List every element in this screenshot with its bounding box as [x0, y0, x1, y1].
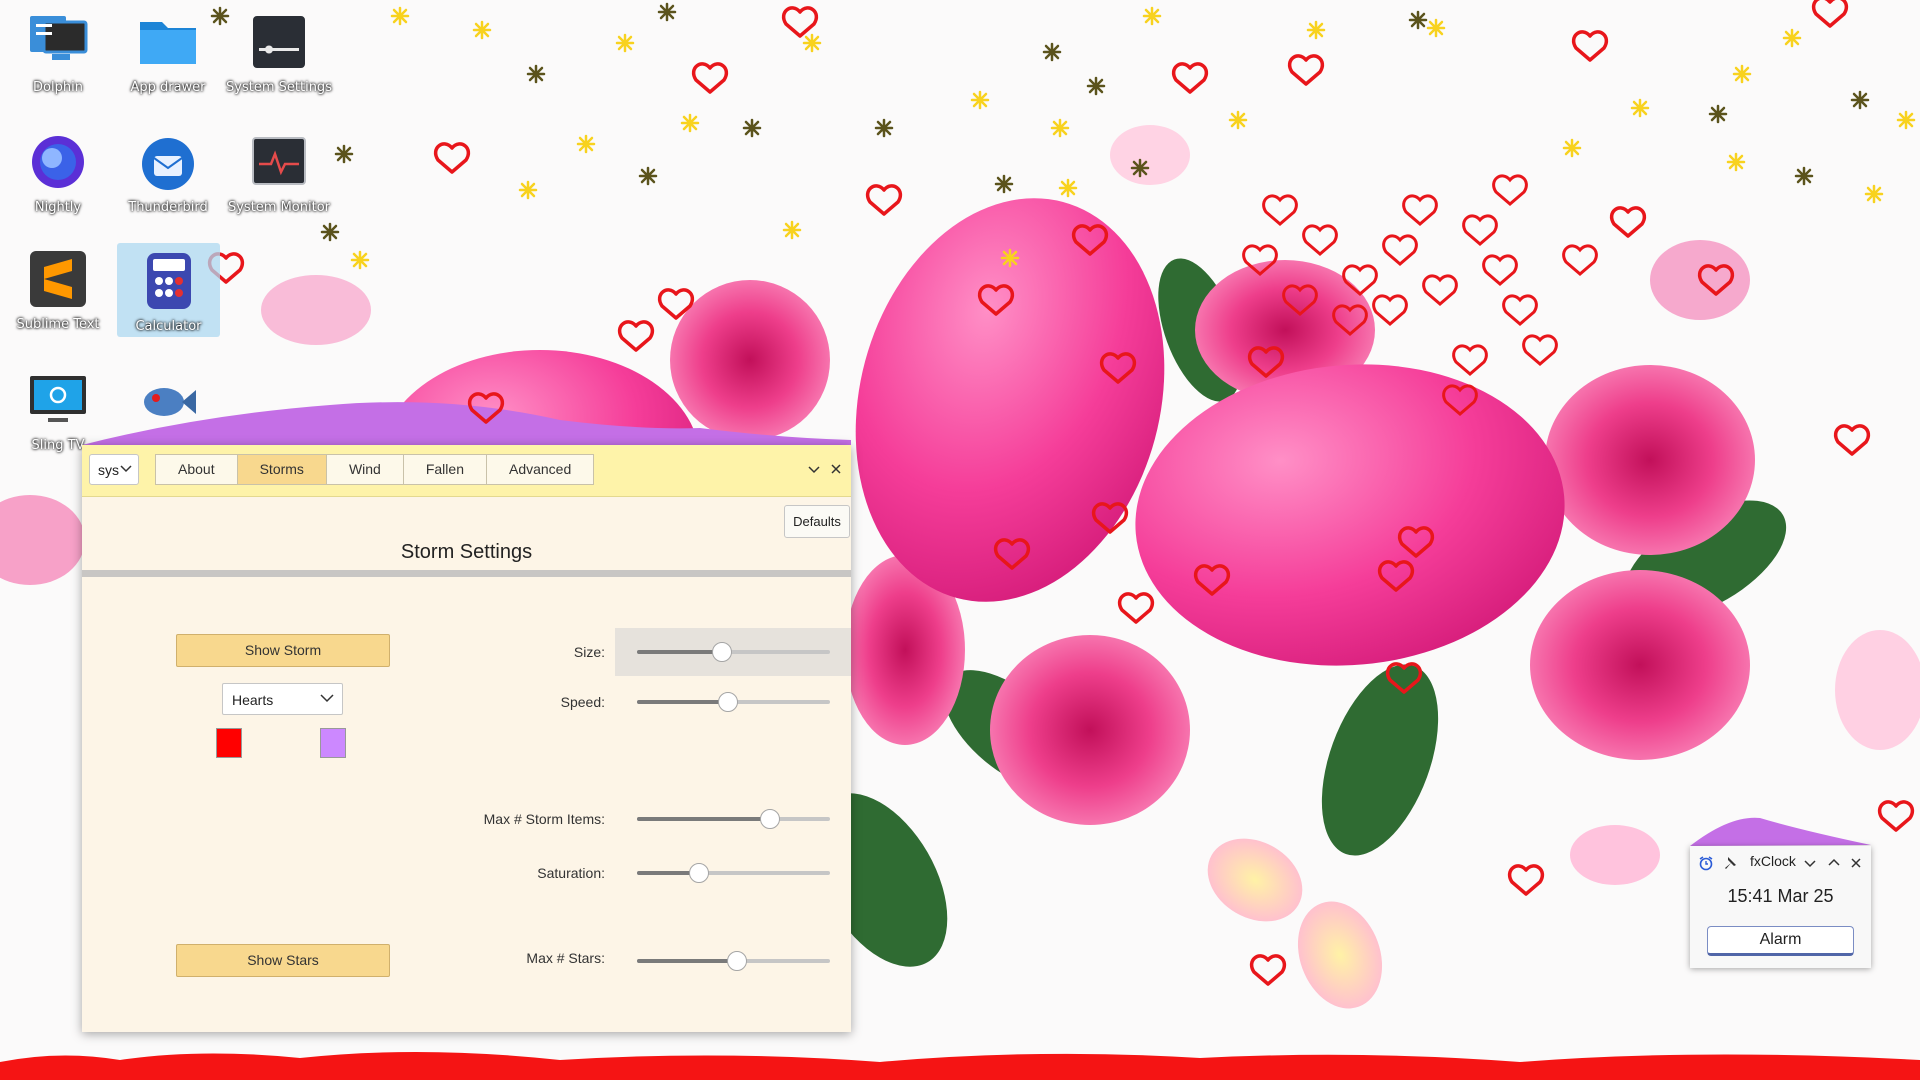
size-label: Size:	[573, 644, 605, 660]
fish-icon	[144, 388, 196, 416]
chevron-down-icon	[120, 465, 132, 473]
size-slider[interactable]	[637, 641, 830, 663]
profile-select-value: sys	[98, 462, 119, 478]
desktop-icon-fish[interactable]	[113, 368, 223, 438]
thunderbird-icon	[142, 138, 194, 190]
calculator-icon	[146, 253, 191, 309]
chevron-down-icon	[320, 694, 334, 703]
tab-fallen[interactable]: Fallen	[402, 454, 487, 485]
alarm-button[interactable]: Alarm	[1707, 926, 1854, 956]
system-monitor-icon	[252, 137, 306, 185]
slider-handle[interactable]	[711, 642, 732, 662]
sling-tv-icon	[30, 376, 86, 422]
max-stars-slider[interactable]	[637, 950, 830, 972]
tab-wind[interactable]: Wind	[325, 454, 404, 485]
storm-color-swatch-1[interactable]	[216, 728, 242, 758]
folder-manager-icon	[30, 16, 88, 60]
max-storm-items-slider[interactable]	[637, 808, 830, 830]
settings-icon	[253, 16, 305, 68]
divider	[82, 570, 851, 577]
desktop-icon-app-drawer[interactable]: App drawer	[113, 10, 223, 95]
tab-bar: About Storms Wind Fallen Advanced	[155, 454, 595, 485]
slider-handle[interactable]	[717, 692, 738, 712]
alarm-clock-icon	[1699, 856, 1713, 871]
speed-label: Speed:	[560, 694, 605, 710]
close-icon[interactable]	[1848, 855, 1864, 871]
chevron-up-icon[interactable]	[1826, 855, 1842, 871]
desktop-icon-system-monitor[interactable]: System Monitor	[224, 130, 334, 215]
desktop-icon-label: System Monitor	[227, 200, 331, 215]
max-stars-label: Max # Stars:	[526, 950, 605, 966]
fxclock-window: fxClock 15:41 Mar 25 Alarm	[1690, 846, 1871, 968]
close-icon[interactable]	[829, 462, 843, 476]
storm-type-value: Hearts	[232, 692, 274, 708]
desktop-icon-calculator[interactable]: Calculator	[117, 243, 220, 337]
page-title: Storm Settings	[400, 541, 533, 563]
desktop-icon-dolphin[interactable]: Dolphin	[3, 10, 113, 95]
folder-icon	[140, 22, 196, 64]
desktop-icon-nightly[interactable]: Nightly	[3, 130, 113, 215]
storm-settings-window: sys About Storms Wind Fallen Advanced De…	[82, 445, 851, 1032]
speed-slider[interactable]	[637, 691, 830, 713]
tab-advanced[interactable]: Advanced	[485, 454, 595, 485]
saturation-label: Saturation:	[537, 865, 605, 881]
clock-time: 15:41 Mar 25	[1727, 886, 1834, 906]
slider-handle[interactable]	[688, 863, 709, 883]
sublime-text-icon	[30, 251, 86, 307]
saturation-slider[interactable]	[637, 862, 830, 884]
defaults-button[interactable]: Defaults	[784, 505, 850, 538]
firefox-nightly-icon	[32, 136, 84, 188]
clock-title: fxClock	[1750, 853, 1796, 869]
storm-color-swatch-2[interactable]	[320, 728, 346, 758]
desktop-icon-label: Calculator	[135, 319, 202, 334]
desktop-icon-label: App drawer	[130, 80, 206, 95]
window-titlebar[interactable]: sys About Storms Wind Fallen Advanced	[82, 445, 851, 497]
desktop-icon-system-settings[interactable]: System Settings	[224, 10, 334, 95]
desktop-icon-label: Thunderbird	[128, 200, 208, 215]
desktop-icon-label: Dolphin	[33, 80, 83, 95]
slider-handle[interactable]	[760, 809, 781, 829]
profile-select[interactable]: sys	[89, 454, 139, 485]
desktop-icon-sling-tv[interactable]: Sling TV	[3, 368, 113, 453]
minimize-icon[interactable]	[807, 462, 821, 476]
chevron-down-icon[interactable]	[1802, 855, 1818, 871]
desktop-icon-label: System Settings	[226, 80, 332, 95]
desktop-icon-sublime-text[interactable]: Sublime Text	[3, 247, 113, 332]
desktop-icon-label: Sublime Text	[16, 317, 100, 332]
tab-about[interactable]: About	[155, 454, 238, 485]
slider-handle[interactable]	[727, 951, 748, 971]
max-storm-items-label: Max # Storm Items:	[483, 811, 605, 827]
desktop-icon-thunderbird[interactable]: Thunderbird	[113, 130, 223, 215]
desktop-icon-label: Nightly	[34, 200, 82, 215]
pin-icon[interactable]	[1722, 855, 1738, 871]
tab-storms[interactable]: Storms	[236, 454, 327, 485]
storm-type-select[interactable]: Hearts	[222, 683, 343, 715]
